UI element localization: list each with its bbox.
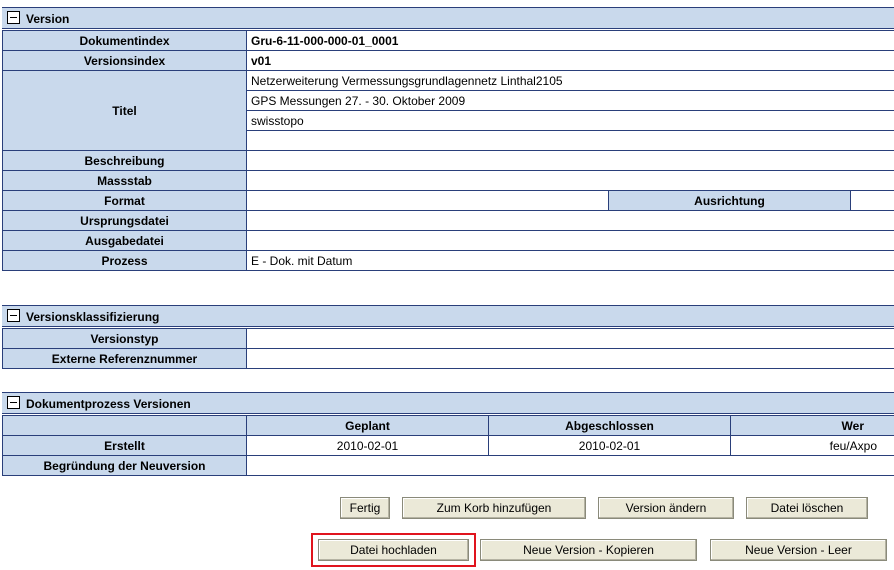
fertig-button[interactable]: Fertig <box>340 497 390 519</box>
section-title: Dokumentprozess Versionen <box>26 397 191 411</box>
collapse-icon[interactable] <box>7 396 20 409</box>
versionsindex-value: v01 <box>245 50 894 71</box>
version-aendern-button[interactable]: Version ändern <box>598 497 734 519</box>
prozess-versionen-table: Geplant Abgeschlossen Wer Erstellt 2010-… <box>2 415 894 476</box>
prozess-versionen-section-header: Dokumentprozess Versionen <box>2 392 894 414</box>
titel-line-2: GPS Messungen 27. - 30. Oktober 2009 <box>245 90 894 111</box>
section-title: Version <box>26 12 70 26</box>
beschreibung-value <box>245 150 894 171</box>
ausgabedatei-label: Ausgabedatei <box>2 230 247 251</box>
ursprungsdatei-label: Ursprungsdatei <box>2 210 247 231</box>
collapse-icon[interactable] <box>7 309 20 322</box>
massstab-label: Massstab <box>2 170 247 191</box>
abgeschlossen-header: Abgeschlossen <box>488 415 731 436</box>
version-section-header: Version <box>2 7 894 29</box>
ursprungsdatei-value <box>245 210 894 231</box>
titel-line-4 <box>245 130 894 151</box>
versionsindex-label: Versionsindex <box>2 50 247 71</box>
zum-korb-hinzufuegen-button[interactable]: Zum Korb hinzufügen <box>402 497 586 519</box>
erstellt-label: Erstellt <box>2 435 247 456</box>
ausrichtung-value <box>849 190 894 211</box>
titel-label: Titel <box>2 70 247 151</box>
format-value <box>246 190 609 211</box>
ausgabedatei-value <box>245 230 894 251</box>
klassifizierung-table: Versionstyp Externe Referenznummer <box>2 328 894 369</box>
collapse-icon[interactable] <box>7 11 20 24</box>
neue-version-leer-button[interactable]: Neue Version - Leer <box>710 539 887 561</box>
section-title: Versionsklassifizierung <box>26 310 160 324</box>
neue-version-kopieren-button[interactable]: Neue Version - Kopieren <box>480 539 697 561</box>
externe-referenznummer-value <box>246 348 894 369</box>
version-table: Dokumentindex Gru-6-11-000-000-01_0001 V… <box>2 30 894 271</box>
dokumentindex-label: Dokumentindex <box>2 30 247 51</box>
klassifizierung-section-header: Versionsklassifizierung <box>2 305 894 327</box>
datei-hochladen-button[interactable]: Datei hochladen <box>318 539 469 561</box>
erstellt-geplant: 2010-02-01 <box>246 435 489 456</box>
massstab-value <box>245 170 894 191</box>
versionstyp-label: Versionstyp <box>2 328 247 349</box>
begruendung-value <box>246 455 894 476</box>
titel-line-1: Netzerweiterung Vermessungsgrundlagennet… <box>245 70 894 91</box>
begruendung-label: Begründung der Neuversion <box>2 455 247 476</box>
dokumentindex-value: Gru-6-11-000-000-01_0001 <box>245 30 894 51</box>
externe-referenznummer-label: Externe Referenznummer <box>2 348 247 369</box>
wer-header: Wer <box>730 415 894 436</box>
erstellt-wer: feu/Axpo <box>730 435 894 456</box>
prozess-label: Prozess <box>2 250 247 271</box>
geplant-header: Geplant <box>246 415 489 436</box>
versionstyp-value <box>246 328 894 349</box>
format-label: Format <box>2 190 247 211</box>
titel-line-3: swisstopo <box>245 110 894 131</box>
header-empty <box>2 415 247 436</box>
ausrichtung-label: Ausrichtung <box>608 190 851 211</box>
erstellt-abgeschlossen: 2010-02-01 <box>488 435 731 456</box>
beschreibung-label: Beschreibung <box>2 150 247 171</box>
prozess-value: E - Dok. mit Datum <box>245 250 894 271</box>
datei-loeschen-button[interactable]: Datei löschen <box>746 497 868 519</box>
